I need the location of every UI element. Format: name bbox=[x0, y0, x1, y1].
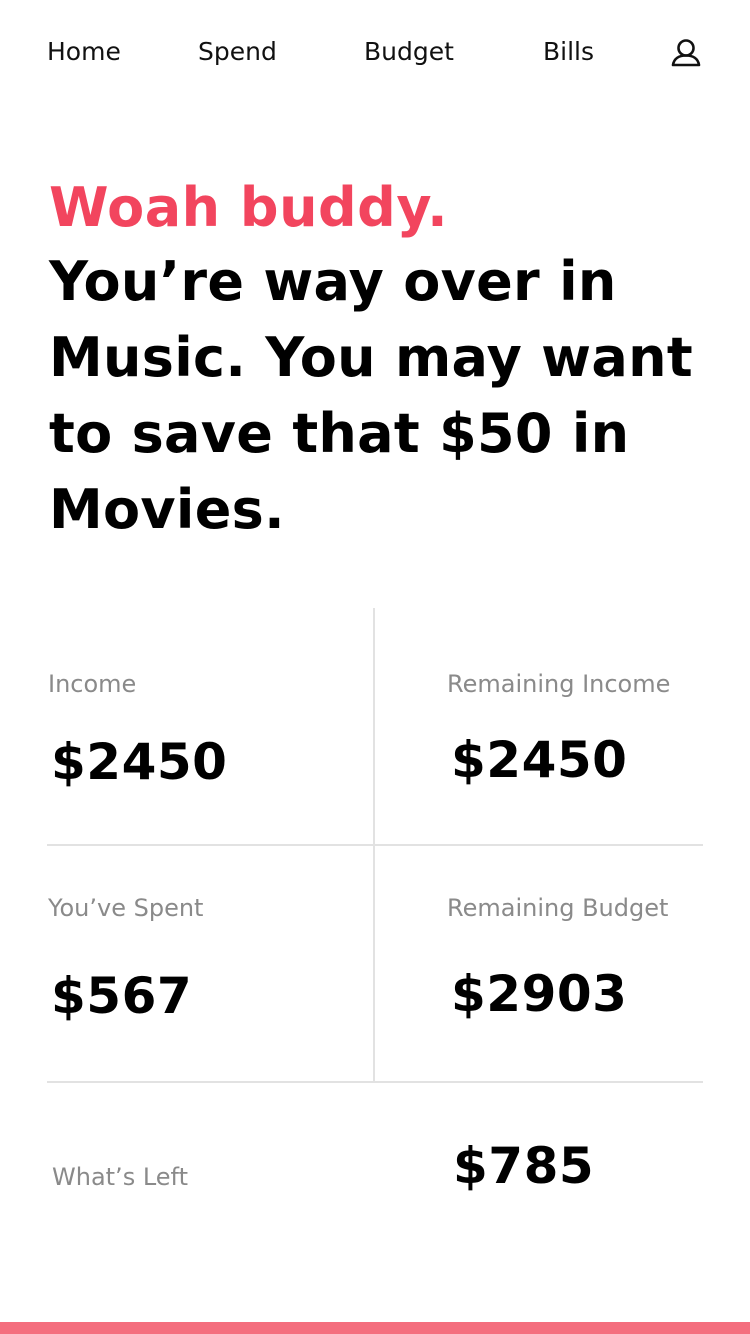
income-value: $2450 bbox=[51, 733, 228, 791]
income-label: Income bbox=[48, 670, 137, 698]
spent-label: You’ve Spent bbox=[48, 894, 204, 922]
whats-left-value: $785 bbox=[453, 1137, 595, 1195]
user-icon bbox=[671, 39, 701, 67]
bottom-accent-bar bbox=[0, 1322, 750, 1334]
row-divider bbox=[47, 1081, 703, 1083]
remaining-income-value: $2450 bbox=[451, 731, 628, 789]
alert-message: You’re way over in Music. You may want t… bbox=[49, 250, 693, 541]
stats-grid: Income $2450 Remaining Income $2450 You’… bbox=[0, 608, 750, 1248]
nav-item-bills[interactable]: Bills bbox=[543, 34, 594, 70]
profile-button[interactable] bbox=[668, 36, 704, 72]
budget-overview-screen: Home Spend Budget Bills Woah buddy. You’… bbox=[0, 0, 750, 1334]
whats-left-label: What’s Left bbox=[52, 1163, 188, 1191]
remaining-budget-value: $2903 bbox=[451, 965, 628, 1023]
alert-title: Woah buddy. bbox=[49, 176, 449, 239]
remaining-income-label: Remaining Income bbox=[447, 670, 671, 698]
remaining-budget-label: Remaining Budget bbox=[447, 894, 669, 922]
nav-item-budget[interactable]: Budget bbox=[364, 34, 454, 70]
nav-item-spend[interactable]: Spend bbox=[198, 34, 277, 70]
nav-item-home[interactable]: Home bbox=[47, 34, 121, 70]
row-divider bbox=[47, 844, 703, 846]
budget-alert: Woah buddy. You’re way over in Music. Yo… bbox=[49, 172, 709, 548]
spent-value: $567 bbox=[51, 967, 193, 1025]
top-nav: Home Spend Budget Bills bbox=[0, 0, 750, 104]
